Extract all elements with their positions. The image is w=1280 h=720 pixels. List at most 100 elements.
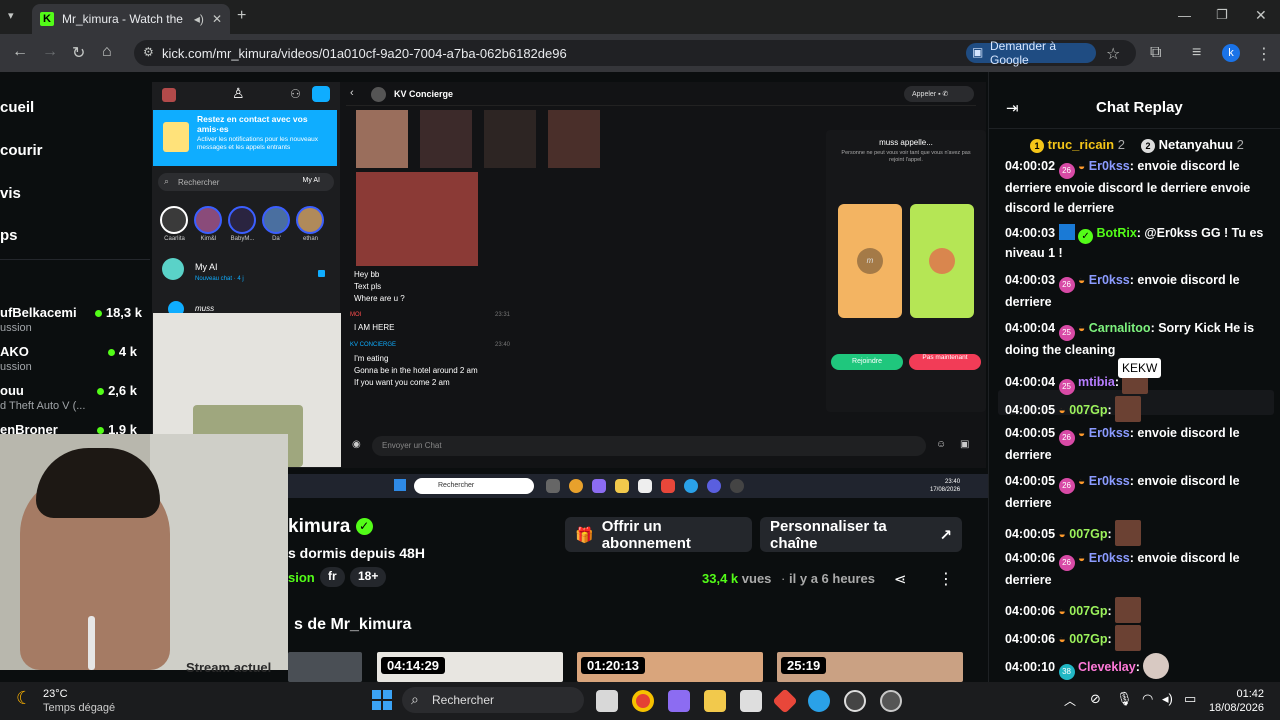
chat-username[interactable]: 007Gp [1069, 632, 1107, 646]
channel-name-heading[interactable]: kimura ✓ [288, 516, 373, 538]
sidebar-channel[interactable]: AKO 4 k ussion [0, 343, 142, 373]
add-friend-icon: ⚇ [290, 87, 301, 101]
chrome-icon[interactable] [632, 690, 654, 712]
kv-messages: I'm eating Gonna be in the hotel around 2… [354, 354, 478, 387]
help-icon[interactable] [808, 690, 830, 712]
media-player-icon[interactable] [880, 690, 902, 712]
chat-message[interactable]: 04:00:05 ◒ 007Gp: [1005, 520, 1273, 546]
viewer-count: 2,6 k [97, 383, 137, 398]
gift-sub-button[interactable]: 🎁 Offrir un abonnement [565, 517, 752, 552]
restore-icon[interactable]: ❐ [1216, 7, 1228, 23]
nav-vods[interactable]: vis [0, 185, 21, 202]
chat-username[interactable]: Er0kss [1089, 551, 1130, 565]
lens-icon: ▣ [972, 45, 984, 59]
app-red-icon[interactable] [772, 688, 798, 714]
tray-chevron-icon[interactable]: ︿ [1064, 692, 1076, 709]
bitmoji-avatar [929, 248, 955, 274]
copilot-icon[interactable] [668, 690, 690, 712]
chat-username[interactable]: Er0kss [1089, 474, 1130, 488]
taskbar-search[interactable]: ⌕ Rechercher [402, 687, 584, 713]
chat-username[interactable]: BotRix [1097, 226, 1137, 240]
chat-username[interactable]: 007Gp [1069, 403, 1107, 417]
task-view-icon[interactable] [596, 690, 618, 712]
share-icon[interactable]: ⋖ [894, 570, 907, 588]
browser-tab-active[interactable]: K Mr_kimura - Watch the VOD ◂) ✕ [32, 4, 230, 34]
back-icon[interactable]: ← [12, 43, 28, 61]
chat-message[interactable]: 04:00:06 ◒ 007Gp: [1005, 597, 1273, 623]
new-tab-icon[interactable]: + [237, 7, 246, 25]
chat-input-row: ◉ Envoyer un Chat ☺ ▣ [346, 435, 976, 457]
clock-date[interactable]: 18/08/2026 [1206, 702, 1264, 714]
obs-icon[interactable] [844, 690, 866, 712]
microphone-icon[interactable]: 🎙 [1116, 691, 1133, 707]
profile-avatar[interactable]: k [1222, 44, 1240, 62]
wifi-icon[interactable]: ◠ [1142, 691, 1153, 707]
chat-message[interactable]: 04:00:06 ◒ 007Gp: [1005, 625, 1273, 651]
file-explorer-icon[interactable] [704, 690, 726, 712]
story-avatar [160, 206, 188, 234]
nav-home[interactable]: cueil [0, 99, 34, 116]
sidebar-channel[interactable]: ufBelkacemi 18,3 k ussion [0, 304, 142, 334]
chat-username[interactable]: Cleveklay [1078, 660, 1136, 674]
extensions-icon[interactable]: ⧉ [1150, 44, 1161, 62]
nav-browse[interactable]: courir [0, 142, 43, 159]
chat-username[interactable]: Er0kss [1089, 273, 1130, 287]
chat-message[interactable]: 04:00:05 26 ◒ Er0kss: envoie discord le … [1005, 424, 1273, 466]
chat-username[interactable]: Carnalitoo [1089, 321, 1151, 335]
nav-clips[interactable]: ps [0, 227, 18, 244]
battery-icon[interactable]: ▭ [1184, 691, 1196, 707]
chat-message[interactable]: 04:00:03 26 ◒ Er0kss: envoie discord le … [1005, 271, 1273, 313]
chat-message[interactable]: 04:00:05 26 ◒ Er0kss: envoie discord le … [1005, 472, 1273, 514]
sidebar-channel[interactable]: ouu 2,6 k d Theft Auto V (... [0, 382, 142, 412]
chat-message[interactable]: 04:00:06 26 ◒ Er0kss: envoie discord le … [1005, 549, 1273, 591]
windows-start-icon[interactable] [372, 690, 392, 710]
ask-google-button[interactable]: ▣ Demander à Google [966, 39, 1096, 67]
snap-ghost-icon: ♙ [232, 85, 245, 101]
site-info-icon[interactable]: ⚙ [143, 45, 154, 59]
message-time: 04:00:02 [1005, 159, 1056, 173]
message-time: 04:00:05 [1005, 474, 1056, 488]
forward-icon[interactable]: → [42, 43, 58, 61]
store-icon[interactable] [740, 690, 762, 712]
chat-username[interactable]: 007Gp [1069, 604, 1107, 618]
volume-icon[interactable]: ◂) [1162, 691, 1173, 707]
weather-desc[interactable]: Temps dégagé [43, 702, 115, 714]
window-close-icon[interactable]: ✕ [1255, 7, 1267, 24]
tab-close-icon[interactable]: ✕ [212, 12, 222, 26]
sub-badge-icon: 25 [1058, 379, 1075, 395]
chat-username[interactable]: Er0kss [1089, 159, 1130, 173]
network-off-icon[interactable]: ⊘ [1090, 691, 1101, 707]
media-icon[interactable]: ≡ [1192, 44, 1201, 62]
minimize-icon[interactable]: — [1178, 8, 1191, 23]
decline-call-button: Pas maintenant [909, 354, 981, 370]
chat-message[interactable]: 04:00:04 25 ◒ Carnalitoo: Sorry Kick He … [1005, 319, 1273, 361]
customize-channel-button[interactable]: Personnaliser ta chaîne ↗ [760, 517, 962, 552]
bookmark-star-icon[interactable]: ☆ [1106, 44, 1120, 64]
tab-search-icon[interactable]: ▾ [8, 9, 14, 22]
sub-badge-icon: 38 [1058, 664, 1075, 680]
more-options-icon[interactable]: ⋮ [938, 569, 954, 589]
chat-username[interactable]: 007Gp [1069, 527, 1107, 541]
channel-name: ufBelkacemi [0, 305, 77, 320]
audio-icon[interactable]: ◂) [194, 12, 204, 26]
collapse-chat-icon[interactable]: ⇥ [1006, 99, 1019, 117]
clock-time[interactable]: 01:42 [1212, 688, 1264, 700]
message-time: 04:00:10 [1005, 660, 1056, 674]
vod-thumbnail[interactable] [288, 652, 362, 682]
channel-name: ouu [0, 383, 24, 398]
chat-message[interactable]: 04:00:02 26 ◒ Er0kss: envoie discord le … [1005, 157, 1273, 218]
chat-message[interactable]: 04:00:05 ◒ 007Gp: [1005, 396, 1273, 422]
category-link[interactable]: sion [288, 570, 315, 585]
home-icon[interactable]: ⌂ [102, 43, 112, 61]
overlay-label: Stream actuel [186, 660, 272, 675]
chat-username[interactable]: Er0kss [1089, 426, 1130, 440]
weather-temp[interactable]: 23°C [43, 688, 68, 700]
menu-kebab-icon[interactable]: ⋮ [1256, 44, 1272, 64]
chat-message[interactable]: 04:00:03 ✓ BotRix: @Er0kss GG ! Tu es ni… [1005, 224, 1273, 264]
chat-username[interactable]: mtibia [1078, 375, 1115, 389]
lang-tag[interactable]: fr [320, 567, 345, 587]
chat-message[interactable]: 04:00:10 38 Cleveklay: [1005, 653, 1273, 680]
reload-icon[interactable]: ↻ [72, 43, 85, 63]
age-tag[interactable]: 18+ [350, 567, 387, 587]
bot-badge-icon [1058, 224, 1075, 240]
